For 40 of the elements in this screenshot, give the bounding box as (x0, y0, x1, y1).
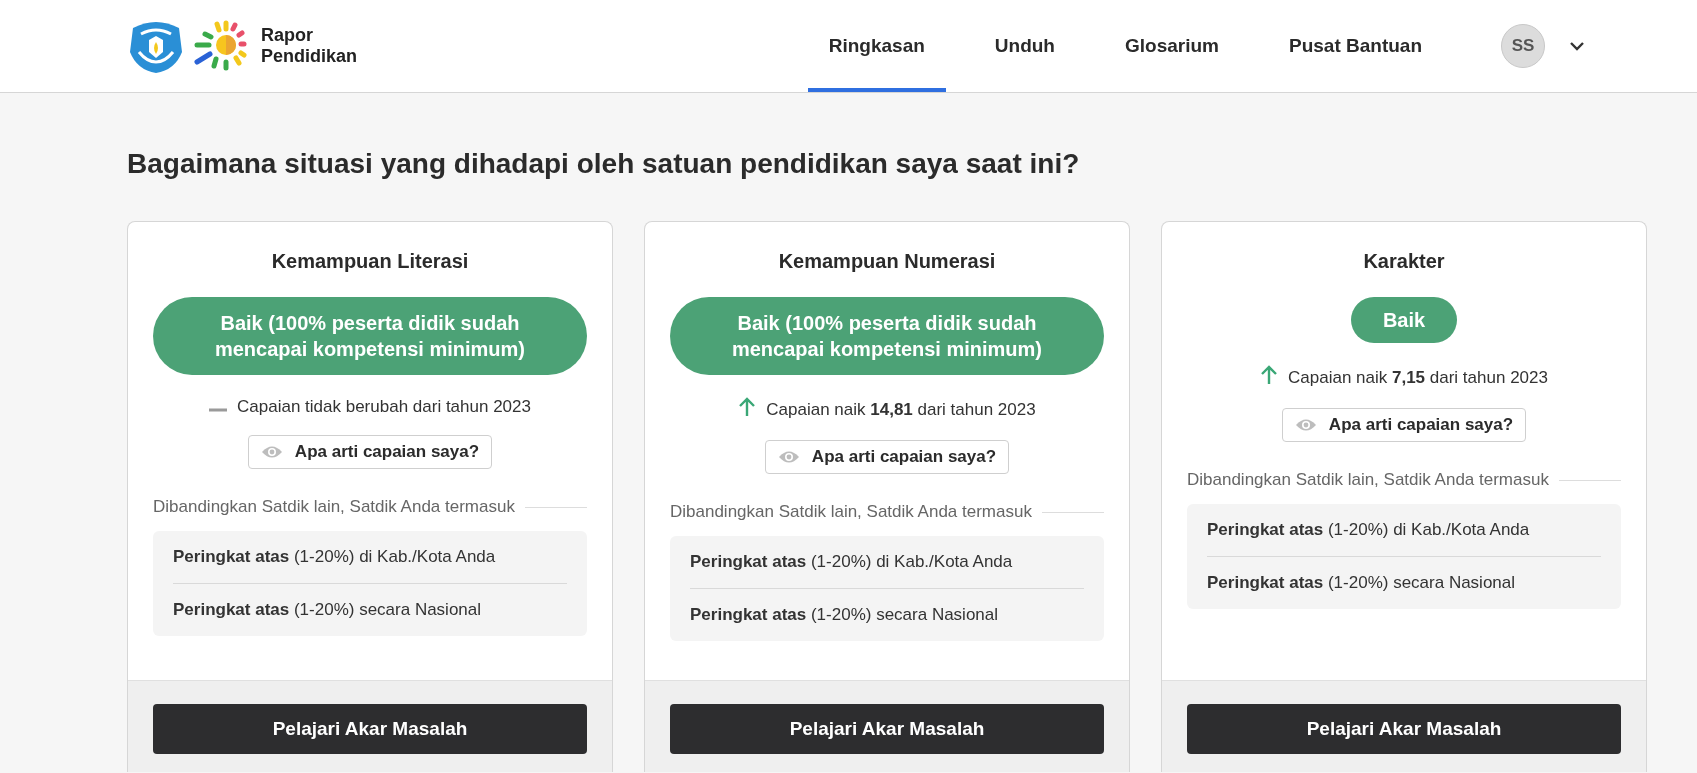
learn-root-cause-button[interactable]: Pelajari Akar Masalah (153, 704, 587, 754)
eye-icon (1294, 418, 1317, 432)
ranking-text: Peringkat atas (1-20%) di Kab./Kota Anda (173, 546, 497, 568)
ranking-text: Peringkat atas (1-20%) secara Nasional (690, 588, 1084, 641)
brand-name: Rapor (261, 25, 314, 46)
ranking-text: Peringkat atas (1-20%) di Kab./Kota Anda (690, 551, 1014, 573)
status-badge: Baik (100% peserta didik sudah mencapai kompetensi minimum) (670, 297, 1104, 375)
status-badge: Baik (1350, 297, 1458, 343)
comparison-label: Dibandingkan Satdik lain, Satdik Anda termasuk (1187, 470, 1549, 490)
info-button[interactable]: Apa arti capaian saya? (247, 435, 493, 469)
arrow-up-icon (738, 397, 757, 417)
nav-tab[interactable]: Glosarium (1104, 0, 1240, 92)
chevron-down-icon[interactable] (1569, 41, 1585, 51)
card-title: Karakter (1363, 249, 1445, 273)
ranking-text: Peringkat atas (1-20%) secara Nasional (173, 583, 567, 636)
brand-name: Pendidikan (261, 46, 358, 67)
learn-root-cause-button[interactable]: Pelajari Akar Masalah (1187, 704, 1621, 754)
nav-tab[interactable]: Pusat Bantuan (1267, 0, 1443, 92)
eye-icon (777, 450, 800, 464)
trend-text: Capaian naik 14,81 dari tahun 2023 (766, 399, 1036, 420)
nav-tab[interactable]: Ringkasan (807, 0, 946, 92)
arrow-up-icon (1260, 365, 1278, 385)
nav-tab[interactable]: Unduh (973, 0, 1076, 92)
dash-icon (209, 408, 227, 412)
status-badge: Baik (100% peserta didik sudah mencapai kompetensi minimum) (153, 297, 587, 375)
ranking-text: Peringkat atas (1-20%) secara Nasional (1207, 556, 1601, 609)
trend-text: Capaian tidak berubah dari tahun 2023 (237, 397, 531, 417)
info-button[interactable]: Apa arti capaian saya? (1281, 408, 1527, 442)
sun-logo-icon (193, 20, 249, 72)
comparison-label: Dibandingkan Satdik lain, Satdik Anda termasuk (153, 497, 515, 517)
info-button[interactable]: Apa arti capaian saya? (764, 440, 1010, 474)
learn-root-cause-button[interactable]: Pelajari Akar Masalah (670, 704, 1104, 754)
eye-icon (260, 445, 283, 459)
trend-text: Capaian naik 7,15 dari tahun 2023 (1288, 367, 1548, 388)
user-avatar[interactable]: SS (1501, 24, 1545, 68)
card-title: Kemampuan Literasi (271, 249, 469, 273)
card-title: Kemampuan Numerasi (778, 249, 996, 273)
ranking-text: Peringkat atas (1-20%) di Kab./Kota Anda (1207, 519, 1531, 541)
comparison-label: Dibandingkan Satdik lain, Satdik Anda termasuk (670, 502, 1032, 522)
page-heading: Bagaimana situasi yang dihadapi oleh satuan pendidikan saya saat ini? (127, 147, 1081, 181)
